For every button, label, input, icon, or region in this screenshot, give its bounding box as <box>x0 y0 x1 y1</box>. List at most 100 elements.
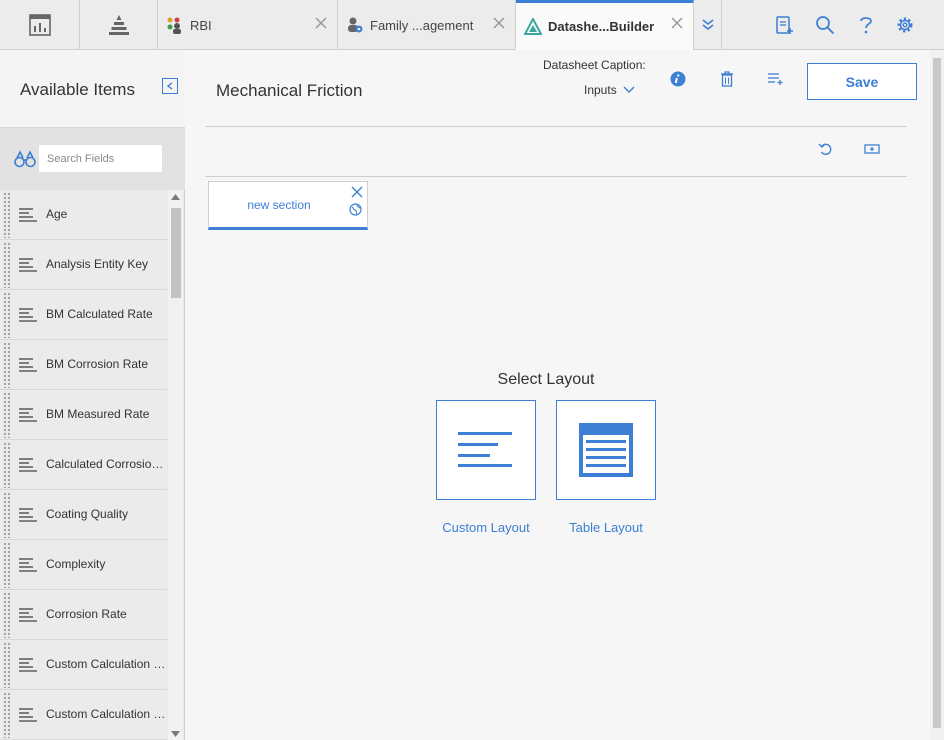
field-list-item[interactable]: BM Calculated Rate <box>0 290 167 340</box>
dashboard-icon <box>28 14 51 36</box>
field-list-item[interactable]: Complexity <box>0 540 167 590</box>
dashboard-app-button[interactable] <box>0 0 80 50</box>
new-record-icon[interactable] <box>773 14 795 36</box>
close-icon[interactable] <box>313 15 329 31</box>
drag-handle-icon[interactable] <box>3 392 11 438</box>
hierarchy-pyramid-icon <box>108 15 129 35</box>
field-label: Coating Quality <box>46 507 129 521</box>
datasheet-builder-main: Mechanical Friction Datasheet Caption: I… <box>186 50 944 740</box>
tab-overflow-button[interactable] <box>694 0 722 50</box>
drag-handle-icon[interactable] <box>3 542 11 588</box>
tab-datasheet-builder[interactable]: Datashe...Builder <box>516 0 694 50</box>
trash-icon[interactable] <box>718 70 736 88</box>
datasheet-caption-dropdown[interactable]: Inputs <box>584 83 635 97</box>
field-label: Corrosion Rate <box>46 607 127 621</box>
double-chevron-down-icon <box>702 19 713 31</box>
text-field-icon <box>19 358 37 372</box>
text-field-icon <box>19 608 37 622</box>
toolbar-divider <box>205 176 907 177</box>
drag-handle-icon[interactable] <box>3 242 11 288</box>
field-list-item[interactable]: BM Measured Rate <box>0 390 167 440</box>
field-label: BM Calculated Rate <box>46 307 153 321</box>
field-label: Calculated Corrosion Rate <box>46 457 167 471</box>
field-label: BM Corrosion Rate <box>46 357 149 371</box>
tab-family-management[interactable]: Family ...agement <box>338 0 516 50</box>
info-icon[interactable] <box>669 70 687 88</box>
text-field-icon <box>19 308 37 322</box>
globe-icon[interactable] <box>349 203 362 216</box>
field-list-item[interactable]: BM Corrosion Rate <box>0 340 167 390</box>
table-layout-icon <box>579 423 633 477</box>
drag-handle-icon[interactable] <box>3 492 11 538</box>
datasheet-caption-value: Inputs <box>584 83 617 97</box>
tab-label: Datashe...Builder <box>548 19 655 34</box>
text-field-icon <box>19 658 37 672</box>
chevron-left-icon <box>166 82 173 90</box>
text-field-icon <box>19 258 37 272</box>
datasheet-builder-icon <box>524 17 542 36</box>
undo-icon[interactable] <box>817 140 835 158</box>
field-list-item[interactable]: Custom Calculation Unit <box>0 690 167 740</box>
close-icon[interactable] <box>669 15 685 31</box>
drag-handle-icon[interactable] <box>3 442 11 488</box>
close-icon[interactable] <box>351 186 363 198</box>
field-label: Age <box>46 207 68 221</box>
drag-handle-icon[interactable] <box>3 192 11 238</box>
text-field-icon <box>19 208 37 222</box>
select-layout-title: Select Layout <box>497 371 595 388</box>
gear-icon[interactable] <box>894 14 916 36</box>
text-field-icon <box>19 708 37 722</box>
field-label: Analysis Entity Key <box>46 257 149 271</box>
available-items-sidebar: Available Items Age Analysis Entity Key BM… <box>0 50 185 740</box>
sidebar-header: Available Items <box>0 50 185 128</box>
text-field-icon <box>19 408 37 422</box>
drag-handle-icon[interactable] <box>3 592 11 638</box>
field-label: Complexity <box>46 557 106 571</box>
table-layout-link[interactable]: Table Layout <box>536 520 676 535</box>
asset-hierarchy-app-button[interactable] <box>80 0 158 50</box>
sidebar-scroll-thumb[interactable] <box>171 208 181 298</box>
add-section-icon[interactable] <box>863 140 881 158</box>
field-list-item[interactable]: Corrosion Rate <box>0 590 167 640</box>
help-icon[interactable] <box>855 14 877 36</box>
chevron-down-icon <box>623 86 635 93</box>
text-field-icon <box>19 458 37 472</box>
add-row-list-icon[interactable] <box>766 70 784 88</box>
drag-handle-icon[interactable] <box>3 642 11 688</box>
field-list-item[interactable]: Custom Calculation Parameter <box>0 640 167 690</box>
search-icon[interactable] <box>814 14 836 36</box>
sidebar-title: Available Items <box>20 80 135 99</box>
main-scroll-thumb[interactable] <box>933 58 941 728</box>
drag-handle-icon[interactable] <box>3 692 11 738</box>
field-list-item[interactable]: Analysis Entity Key <box>0 240 167 290</box>
field-list-item[interactable]: Calculated Corrosion Rate <box>0 440 167 490</box>
search-row <box>0 128 185 190</box>
save-button[interactable]: Save <box>807 63 917 100</box>
table-layout-card[interactable] <box>556 400 656 500</box>
field-label: Custom Calculation Unit <box>46 707 167 721</box>
text-field-icon <box>19 508 37 522</box>
page-title: Mechanical Friction <box>216 81 363 100</box>
header-divider <box>205 126 907 127</box>
field-list-item[interactable]: Coating Quality <box>0 490 167 540</box>
drag-handle-icon[interactable] <box>3 342 11 388</box>
top-tab-bar: RBI Family ...agement Datashe...Builder <box>0 0 944 50</box>
main-scrollbar[interactable] <box>930 50 944 740</box>
search-fields-input[interactable] <box>38 144 163 173</box>
text-field-icon <box>19 558 37 572</box>
section-name: new section <box>247 198 311 212</box>
section-tab[interactable]: new section <box>208 181 368 230</box>
collapse-sidebar-button[interactable] <box>162 78 178 94</box>
custom-layout-card[interactable] <box>436 400 536 500</box>
custom-layout-link[interactable]: Custom Layout <box>416 520 556 535</box>
tab-rbi[interactable]: RBI <box>158 0 338 50</box>
field-label: BM Measured Rate <box>46 407 150 421</box>
sidebar-scrollbar[interactable] <box>168 190 183 740</box>
close-icon[interactable] <box>491 15 507 31</box>
tab-label: Family ...agement <box>370 17 474 33</box>
field-list-item[interactable]: Age <box>0 190 167 240</box>
drag-handle-icon[interactable] <box>3 292 11 338</box>
scroll-down-arrow-icon[interactable] <box>171 731 180 737</box>
family-management-icon <box>346 16 364 34</box>
scroll-up-arrow-icon[interactable] <box>171 194 180 200</box>
